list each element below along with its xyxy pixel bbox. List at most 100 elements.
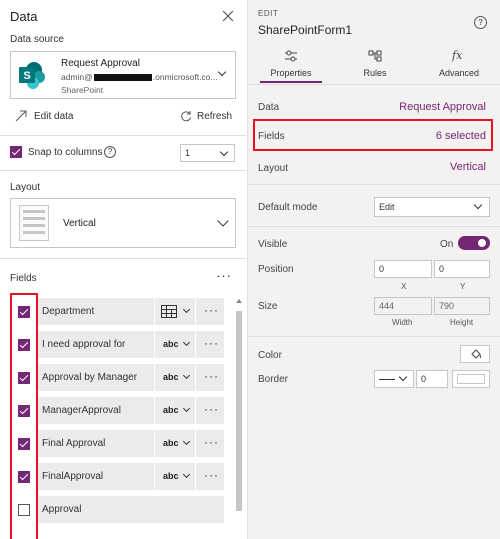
field-type-selector[interactable] [154, 298, 194, 325]
active-tab-indicator [260, 81, 322, 83]
chevron-down-icon [182, 305, 191, 314]
layout-label: Layout [10, 182, 41, 193]
field-type-label: abc [163, 405, 179, 415]
color-label: Color [258, 350, 282, 361]
chevron-down-icon [182, 338, 191, 347]
field-more-button[interactable]: ··· [195, 298, 224, 325]
chevron-down-icon [219, 147, 229, 157]
more-icon: ··· [204, 369, 219, 383]
properties-icon [285, 50, 297, 62]
field-more-button[interactable]: ··· [195, 364, 224, 391]
field-row[interactable]: Final Approval abc ··· [38, 430, 224, 457]
refresh-button[interactable]: Refresh [180, 110, 232, 124]
columns-select[interactable]: 1 [180, 144, 235, 162]
fx-icon: fx [452, 49, 463, 62]
field-row[interactable]: Approval [38, 496, 224, 523]
field-row[interactable]: Approval by Manager abc ··· [38, 364, 224, 391]
refresh-label: Refresh [197, 111, 233, 122]
border-width-input[interactable]: 0 [416, 370, 448, 388]
field-type-selector[interactable]: abc [154, 463, 194, 490]
color-picker-button[interactable] [460, 345, 490, 363]
edit-arrow-icon [15, 110, 27, 122]
chevron-down-icon [182, 404, 191, 413]
svg-text:S: S [23, 70, 30, 82]
field-row[interactable]: ManagerApproval abc ··· [38, 397, 224, 424]
field-label: Approval [42, 504, 82, 515]
data-prop-value[interactable]: Request Approval [399, 101, 486, 113]
close-icon[interactable] [222, 10, 234, 22]
data-source-card[interactable]: S Request Approval admin@ .onmicrosoft.co… [10, 51, 236, 99]
redacted-block [93, 74, 152, 82]
x-label: X [401, 282, 407, 291]
layout-prop-value[interactable]: Vertical [450, 161, 486, 173]
layout-prop-label: Layout [258, 163, 289, 174]
chevron-down-icon [473, 200, 483, 210]
field-type-selector[interactable]: abc [154, 397, 194, 424]
field-label: ManagerApproval [42, 405, 121, 416]
tab-properties[interactable]: Properties [260, 48, 322, 84]
layout-value: Vertical [63, 218, 96, 229]
data-prop-label: Data [258, 102, 280, 113]
form-name: SharePointForm1 [258, 23, 353, 37]
y-label: Y [460, 282, 466, 291]
default-mode-select[interactable]: Edit [374, 197, 490, 217]
help-icon[interactable]: ? [104, 146, 116, 158]
toggle-knob [478, 239, 486, 247]
size-height-input[interactable]: 790 [434, 297, 490, 315]
data-source-label: Data source [10, 34, 64, 45]
grid-icon [161, 305, 177, 318]
rules-icon [368, 50, 382, 62]
field-label: Approval by Manager [42, 372, 138, 383]
field-more-button[interactable]: ··· [195, 430, 224, 457]
tab-rules-label: Rules [363, 68, 387, 78]
visible-toggle[interactable] [458, 236, 490, 250]
source-type: SharePoint [61, 85, 104, 95]
field-type-selector[interactable]: abc [154, 331, 194, 358]
tab-advanced[interactable]: fx Advanced [428, 48, 490, 84]
field-type-selector[interactable]: abc [154, 430, 194, 457]
more-icon: ··· [204, 402, 219, 416]
snap-to-columns-checkbox[interactable] [10, 146, 22, 158]
refresh-icon [181, 111, 191, 122]
field-row[interactable]: I need approval for abc ··· [38, 331, 224, 358]
field-more-button[interactable]: ··· [195, 463, 224, 490]
visible-label: Visible [258, 239, 288, 250]
field-type-label: abc [163, 339, 179, 349]
position-y-input[interactable]: 0 [434, 260, 490, 278]
paint-bucket-icon [471, 349, 481, 359]
border-color-swatch[interactable] [452, 370, 490, 388]
size-width-input[interactable]: 444 [374, 297, 432, 315]
position-x-input[interactable]: 0 [374, 260, 432, 278]
snap-to-columns-label: Snap to columns [28, 147, 103, 158]
fields-more-icon[interactable]: ··· [216, 268, 232, 283]
field-label: Final Approval [42, 438, 106, 449]
chevron-down-icon [182, 371, 191, 380]
field-type-label: abc [163, 372, 179, 382]
border-style-select[interactable] [374, 370, 414, 388]
fields-highlight-box [253, 119, 493, 151]
layout-selector[interactable]: Vertical [10, 198, 236, 248]
visible-value: On [440, 239, 454, 250]
field-row[interactable]: FinalApproval abc ··· [38, 463, 224, 490]
field-type-selector[interactable]: abc [154, 364, 194, 391]
vertical-layout-icon [19, 205, 49, 241]
field-more-button[interactable]: ··· [195, 397, 224, 424]
border-label: Border [258, 374, 289, 385]
data-panel-title: Data [10, 9, 38, 24]
chevron-down-icon [182, 470, 191, 479]
more-icon: ··· [204, 435, 219, 449]
chevron-down-icon [398, 372, 408, 382]
position-label: Position [258, 264, 294, 275]
scrollbar-thumb[interactable] [236, 311, 242, 511]
sharepoint-icon: S [17, 60, 47, 90]
tab-properties-label: Properties [270, 68, 312, 78]
help-icon[interactable]: ? [474, 16, 487, 29]
field-row[interactable]: Department ··· [38, 298, 224, 325]
chevron-down-icon[interactable] [217, 67, 227, 77]
field-more-button[interactable]: ··· [195, 331, 224, 358]
properties-panel: EDIT SharePointForm1 ? Properties Rules … [247, 0, 500, 539]
fields-scrollbar[interactable] [235, 297, 243, 539]
field-label: Department [42, 306, 95, 317]
more-icon: ··· [204, 468, 219, 482]
tab-rules[interactable]: Rules [344, 48, 406, 84]
